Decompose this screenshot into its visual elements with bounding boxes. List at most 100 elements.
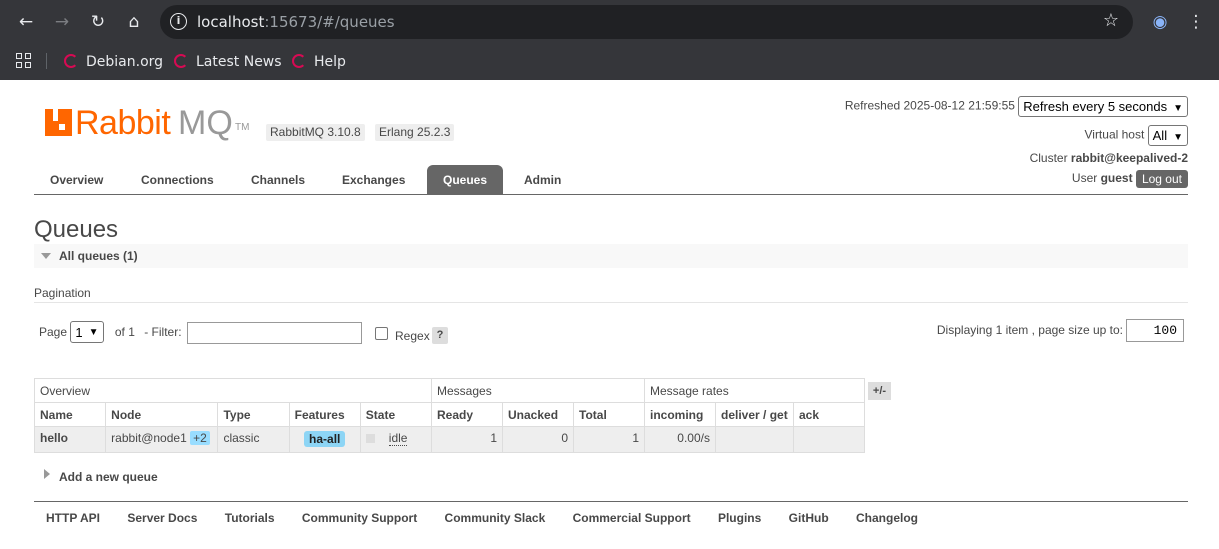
queue-type: classic bbox=[217, 426, 290, 453]
browser-toolbar: ← → ↻ ⌂ i localhost:15673/#/queues ☆ ◉ ⋮ bbox=[0, 0, 1219, 44]
state-text: idle bbox=[388, 431, 408, 446]
regex-checkbox[interactable] bbox=[375, 327, 388, 340]
main-tabs: Overview Connections Channels Exchanges … bbox=[34, 165, 1188, 195]
bookmark-latest-news[interactable]: Latest News bbox=[174, 50, 282, 74]
filter-input[interactable] bbox=[187, 322, 362, 344]
refreshed-text: Refreshed 2025-08-12 21:59:55 bbox=[844, 98, 1015, 113]
bookmarks-separator bbox=[46, 53, 47, 69]
section-title: All queues (1) bbox=[59, 249, 138, 263]
rabbitmq-mark-icon bbox=[45, 109, 72, 136]
footer-link-http-api[interactable]: HTTP API bbox=[46, 511, 100, 525]
display-count: Displaying 1 item , page size up to: bbox=[936, 323, 1123, 337]
node-name: rabbit@node1 bbox=[111, 431, 187, 445]
debian-icon bbox=[292, 54, 306, 68]
page-title: Queues bbox=[34, 216, 119, 243]
column-header[interactable]: Ready bbox=[431, 402, 503, 427]
columns-toggle-button[interactable]: +/- bbox=[868, 382, 891, 400]
kebab-menu-icon[interactable]: ⋮ bbox=[1184, 10, 1208, 34]
footer-link-commercial-support[interactable]: Commercial Support bbox=[573, 511, 691, 525]
pager: Page 1 ▼ of 1 - Filter: bbox=[39, 321, 182, 345]
footer-link-changelog[interactable]: Changelog bbox=[856, 511, 918, 525]
chevron-down-icon: ▼ bbox=[1173, 103, 1183, 114]
browser-chrome: ← → ↻ ⌂ i localhost:15673/#/queues ☆ ◉ ⋮… bbox=[0, 0, 1219, 80]
cluster-name: rabbit@keepalived-2 bbox=[1070, 151, 1188, 165]
bookmarks-bar: Debian.org Latest News Help bbox=[0, 44, 1219, 80]
vhost-select[interactable]: All ▼ bbox=[1147, 125, 1188, 146]
column-header[interactable]: deliver / get bbox=[715, 402, 794, 427]
bookmark-star-icon[interactable]: ☆ bbox=[1103, 10, 1119, 31]
total-count: 1 bbox=[573, 426, 645, 453]
column-header[interactable]: Type bbox=[217, 402, 290, 427]
vhost-label: Virtual host bbox=[1084, 127, 1145, 142]
group-header: Messages bbox=[431, 378, 645, 403]
regex-label: Regex bbox=[395, 329, 430, 343]
column-header[interactable]: Unacked bbox=[502, 402, 574, 427]
debian-icon bbox=[64, 54, 78, 68]
queues-table: Overview Messages Message rates Name Nod… bbox=[33, 378, 865, 453]
incoming-rate: 0.00/s bbox=[644, 426, 716, 453]
ready-count: 1 bbox=[431, 426, 503, 453]
deliver-rate bbox=[715, 426, 794, 453]
mirror-count-badge: +2 bbox=[190, 431, 210, 445]
tab-queues[interactable]: Queues bbox=[427, 165, 504, 195]
tab-exchanges[interactable]: Exchanges bbox=[326, 165, 421, 195]
refresh-select[interactable]: Refresh every 5 seconds ▼ bbox=[1018, 96, 1188, 117]
unacked-count: 0 bbox=[502, 426, 574, 453]
tab-admin[interactable]: Admin bbox=[508, 165, 577, 195]
footer-link-community-support[interactable]: Community Support bbox=[302, 511, 417, 525]
page-select[interactable]: 1 ▼ bbox=[70, 321, 104, 344]
all-queues-toggle[interactable]: All queues (1) bbox=[34, 244, 1188, 268]
bookmark-help[interactable]: Help bbox=[292, 50, 346, 74]
group-header: Overview bbox=[34, 378, 432, 403]
feature-badge: ha-all bbox=[304, 431, 346, 447]
table-row[interactable]: hello rabbit@node1 +2 classic ha-all idl… bbox=[33, 426, 865, 453]
pagination-label: Pagination bbox=[34, 286, 91, 300]
state-indicator-icon bbox=[365, 434, 375, 444]
bookmark-debian[interactable]: Debian.org bbox=[64, 50, 163, 74]
profile-icon[interactable]: ◉ bbox=[1148, 10, 1172, 34]
reload-icon[interactable]: ↻ bbox=[86, 10, 110, 34]
refresh-row: Refreshed 2025-08-12 21:59:55 Refresh ev… bbox=[845, 96, 1188, 117]
footer-link-community-slack[interactable]: Community Slack bbox=[445, 511, 546, 525]
chevron-down-icon: ▼ bbox=[1173, 132, 1183, 143]
cluster-row: Cluster rabbit@keepalived-2 bbox=[1029, 151, 1188, 165]
column-header[interactable]: ack bbox=[793, 402, 865, 427]
column-header[interactable]: State bbox=[359, 402, 433, 427]
chevron-down-icon: ▼ bbox=[88, 327, 99, 339]
page: Rabbit MQ TM RabbitMQ 3.10.8 Erlang 25.2… bbox=[0, 80, 1219, 549]
vhost-row: Virtual host All ▼ bbox=[1084, 125, 1188, 146]
tab-channels[interactable]: Channels bbox=[235, 165, 321, 195]
footer-links: HTTP API Server Docs Tutorials Community… bbox=[46, 511, 942, 525]
footer-link-plugins[interactable]: Plugins bbox=[718, 511, 761, 525]
footer-divider bbox=[34, 501, 1188, 502]
footer-link-github[interactable]: GitHub bbox=[789, 511, 829, 525]
queue-name-link[interactable]: hello bbox=[40, 431, 68, 445]
back-icon[interactable]: ← bbox=[14, 10, 38, 34]
footer-link-server-docs[interactable]: Server Docs bbox=[127, 511, 197, 525]
home-icon[interactable]: ⌂ bbox=[122, 10, 146, 34]
add-queue-toggle[interactable]: Add a new queue bbox=[34, 465, 434, 489]
apps-grid-icon[interactable] bbox=[16, 53, 32, 69]
page-size-input[interactable]: 100 bbox=[1126, 319, 1184, 342]
footer-link-tutorials[interactable]: Tutorials bbox=[225, 511, 275, 525]
tab-overview[interactable]: Overview bbox=[34, 165, 119, 195]
forward-icon[interactable]: → bbox=[50, 10, 74, 34]
url-text[interactable]: localhost:15673/#/queues bbox=[197, 13, 395, 31]
ack-rate bbox=[793, 426, 865, 453]
column-header[interactable]: Node bbox=[105, 402, 219, 427]
erlang-badge: Erlang 25.2.3 bbox=[375, 124, 455, 141]
tab-connections[interactable]: Connections bbox=[125, 165, 230, 195]
debian-icon bbox=[174, 54, 188, 68]
column-header[interactable]: Features bbox=[288, 402, 361, 427]
expand-triangle-icon bbox=[44, 469, 50, 479]
column-header[interactable]: incoming bbox=[644, 402, 716, 427]
version-badge: RabbitMQ 3.10.8 bbox=[266, 124, 365, 141]
column-header[interactable]: Name bbox=[33, 402, 107, 427]
column-header[interactable]: Total bbox=[573, 402, 645, 427]
address-bar[interactable]: i localhost:15673/#/queues ☆ bbox=[160, 5, 1133, 39]
group-header: Message rates bbox=[644, 378, 865, 403]
help-button[interactable]: ? bbox=[432, 327, 448, 344]
collapse-triangle-icon bbox=[41, 253, 51, 259]
site-info-icon[interactable]: i bbox=[170, 13, 187, 30]
add-queue-title: Add a new queue bbox=[59, 470, 158, 484]
